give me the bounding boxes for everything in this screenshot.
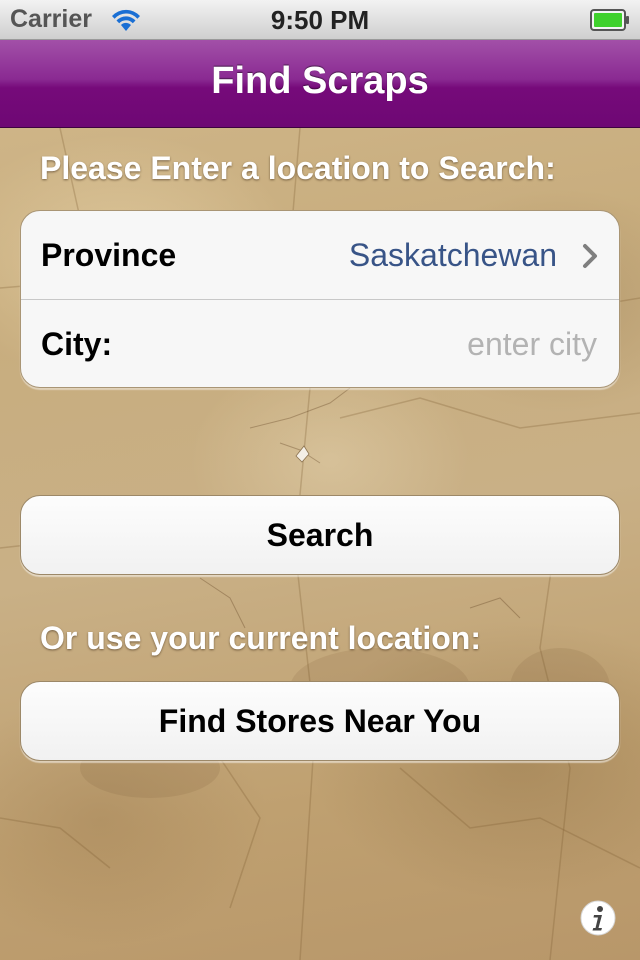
- find-stores-near-you-button[interactable]: Find Stores Near You: [20, 681, 620, 761]
- info-icon[interactable]: [579, 899, 617, 937]
- clock: 9:50 PM: [270, 5, 370, 35]
- city-input[interactable]: [161, 320, 597, 368]
- province-row[interactable]: Province Saskatchewan: [21, 211, 619, 300]
- chevron-right-icon: [583, 244, 597, 268]
- navigation-bar: Find Scraps: [0, 40, 640, 128]
- current-location-prompt-label: Or use your current location:: [40, 620, 481, 656]
- search-prompt-label: Please Enter a location to Search:: [40, 150, 556, 186]
- search-button[interactable]: Search: [20, 495, 620, 575]
- city-label: City:: [41, 326, 113, 362]
- location-form: Province Saskatchewan City:: [20, 210, 620, 388]
- province-value: Saskatchewan: [348, 237, 557, 273]
- screen: Carrier 9:50 PM Find Scraps Please Enter…: [0, 0, 640, 960]
- province-label: Province: [41, 237, 177, 273]
- city-row: City:: [21, 300, 619, 387]
- status-bar: Carrier 9:50 PM: [0, 0, 640, 40]
- battery-icon: [590, 9, 629, 31]
- paper-tear: [295, 445, 310, 463]
- page-title: Find Scraps: [211, 60, 429, 102]
